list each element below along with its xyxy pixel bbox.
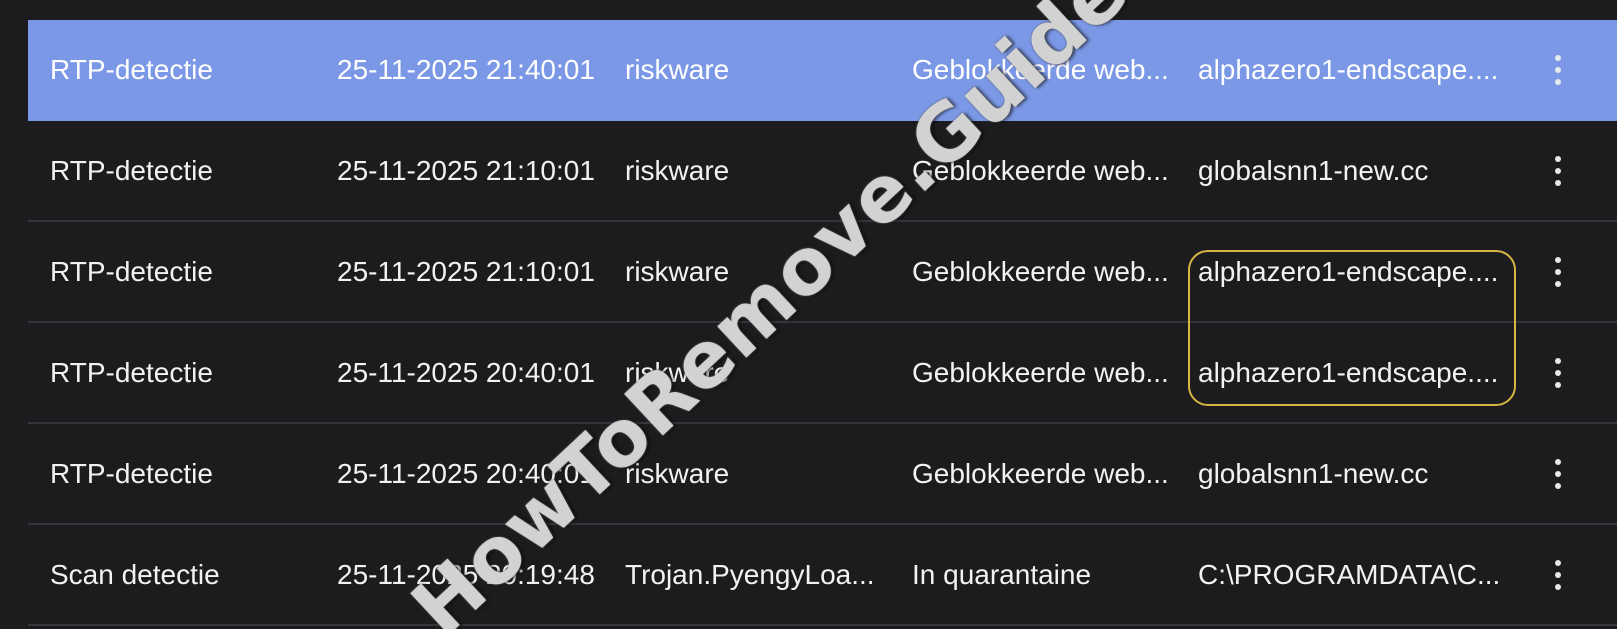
more-vertical-icon[interactable] (1538, 149, 1578, 193)
detection-type: Scan detectie (50, 558, 220, 590)
detection-type: RTP-detectie (50, 154, 213, 186)
action-taken: Geblokkeerde web... (912, 356, 1169, 388)
detection-type: RTP-detectie (50, 53, 213, 85)
threat-name: riskware (625, 154, 730, 186)
table-row[interactable]: RTP-detectie 25-11-2025 21:10:01 riskwar… (28, 121, 1617, 222)
detections-screen: RTP-detectie 25-11-2025 21:40:01 riskwar… (0, 0, 1617, 629)
more-vertical-icon[interactable] (1538, 553, 1578, 597)
threat-name: riskware (625, 356, 730, 388)
detection-date: 25-11-2025 20:40:01 (337, 356, 595, 388)
detection-location: globalsnn1-new.cc (1198, 154, 1429, 186)
action-taken: Geblokkeerde web... (912, 457, 1169, 489)
table-row[interactable]: RTP-detectie 25-11-2025 20:40:01 riskwar… (28, 323, 1617, 424)
threat-name: Trojan.PyengyLoa... (625, 558, 875, 590)
table-row[interactable]: RTP-detectie 25-11-2025 21:40:01 riskwar… (28, 20, 1617, 121)
table-row[interactable]: Scan detectie 25-11-2025 20:19:48 Trojan… (28, 525, 1617, 626)
detection-type: RTP-detectie (50, 457, 213, 489)
detection-date: 25-11-2025 20:40:01 (337, 457, 595, 489)
table-row[interactable]: RTP-detectie 25-11-2025 21:10:01 riskwar… (28, 222, 1617, 323)
detection-location: C:\PROGRAMDATA\C... (1198, 558, 1501, 590)
detection-date: 25-11-2025 21:40:01 (337, 53, 595, 85)
threat-name: riskware (625, 255, 730, 287)
more-vertical-icon[interactable] (1538, 48, 1578, 92)
detection-date: 25-11-2025 21:10:01 (337, 255, 595, 287)
more-vertical-icon[interactable] (1538, 250, 1578, 294)
detection-location: alphazero1-endscape.... (1198, 255, 1499, 287)
action-taken: Geblokkeerde web... (912, 154, 1169, 186)
detection-location: alphazero1-endscape.... (1198, 356, 1499, 388)
threat-name: riskware (625, 457, 730, 489)
detections-table: RTP-detectie 25-11-2025 21:40:01 riskwar… (28, 20, 1617, 626)
action-taken: Geblokkeerde web... (912, 53, 1169, 85)
detection-date: 25-11-2025 21:10:01 (337, 154, 595, 186)
action-taken: In quarantaine (912, 558, 1092, 590)
threat-name: riskware (625, 53, 730, 85)
more-vertical-icon[interactable] (1538, 351, 1578, 395)
detection-type: RTP-detectie (50, 356, 213, 388)
action-taken: Geblokkeerde web... (912, 255, 1169, 287)
detection-date: 25-11-2025 20:19:48 (337, 558, 595, 590)
detection-location: alphazero1-endscape.... (1198, 53, 1499, 85)
table-row[interactable]: RTP-detectie 25-11-2025 20:40:01 riskwar… (28, 424, 1617, 525)
detection-location: globalsnn1-new.cc (1198, 457, 1429, 489)
detection-type: RTP-detectie (50, 255, 213, 287)
more-vertical-icon[interactable] (1538, 452, 1578, 496)
